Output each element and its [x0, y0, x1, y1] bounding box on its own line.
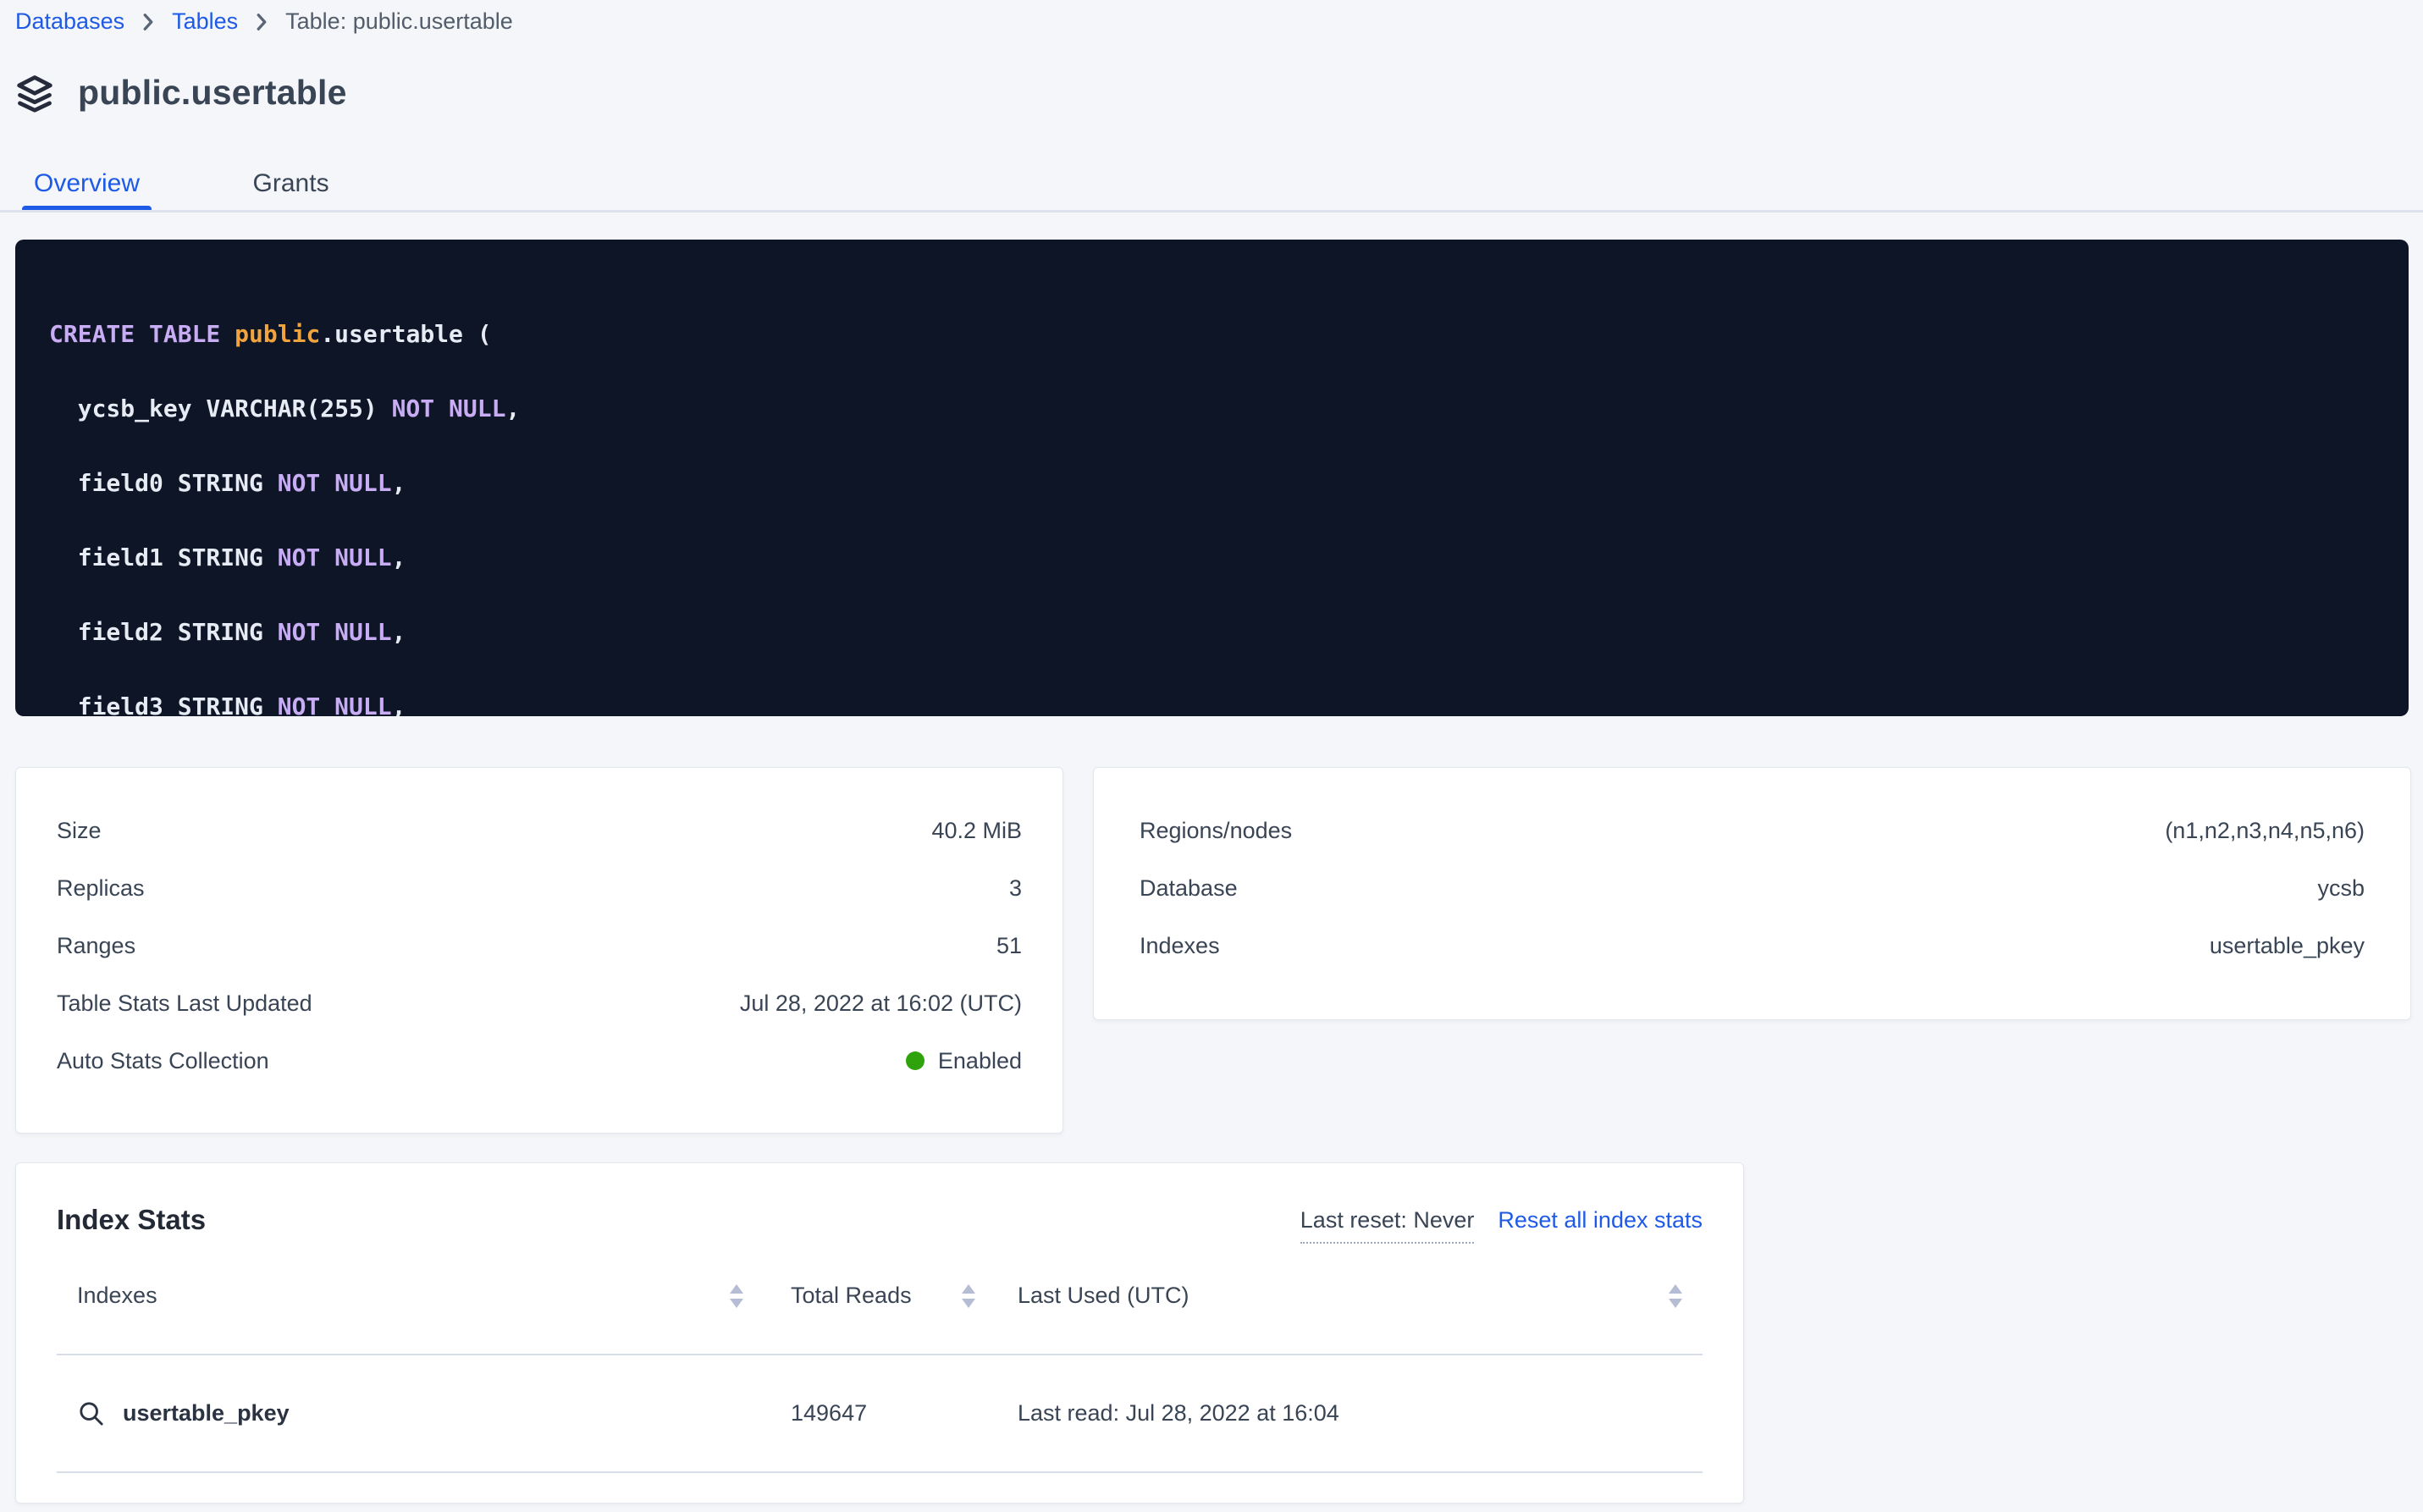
- page-title: public.usertable: [78, 73, 347, 113]
- status-dot-icon: [906, 1051, 924, 1070]
- table-details-card: Size 40.2 MiB Replicas 3 Ranges 51 Table…: [15, 767, 1063, 1134]
- detail-row-replicas: Replicas 3: [57, 859, 1022, 917]
- create-table-sql-box: CREATE TABLE public.usertable ( ycsb_key…: [15, 240, 2409, 716]
- column-header-label: Total Reads: [791, 1283, 912, 1309]
- detail-value: 51: [996, 933, 1022, 959]
- column-header-last-used[interactable]: Last Used (UTC): [1018, 1283, 1682, 1309]
- sql-line: field2 STRING NOT NULL,: [49, 614, 2375, 651]
- index-stats-card: Index Stats Last reset: Never Reset all …: [15, 1162, 1744, 1504]
- index-stats-header: Index Stats Last reset: Never Reset all …: [57, 1163, 1703, 1238]
- layers-icon: [14, 71, 56, 113]
- column-header-label: Indexes: [77, 1283, 157, 1309]
- detail-value: 3: [1009, 875, 1022, 902]
- detail-label: Auto Stats Collection: [57, 1048, 269, 1074]
- sort-icon: [730, 1284, 743, 1308]
- tab-grants[interactable]: Grants: [241, 155, 341, 212]
- detail-row-database: Database ycsb: [1140, 859, 2365, 917]
- detail-row-auto-stats: Auto Stats Collection Enabled: [57, 1032, 1022, 1090]
- detail-label: Replicas: [57, 875, 145, 902]
- sql-line: field3 STRING NOT NULL,: [49, 688, 2375, 716]
- detail-label: Size: [57, 818, 102, 844]
- sql-line: CREATE TABLE public.usertable (: [49, 316, 2375, 353]
- last-used-value: Last read: Jul 28, 2022 at 16:04: [1018, 1400, 1682, 1426]
- table-row: usertable_pkey 149647 Last read: Jul 28,…: [57, 1355, 1703, 1473]
- detail-value: Jul 28, 2022 at 16:02 (UTC): [740, 991, 1022, 1017]
- sql-line: ycsb_key VARCHAR(255) NOT NULL,: [49, 390, 2375, 428]
- total-reads-value: 149647: [791, 1400, 1018, 1426]
- breadcrumb-link-tables[interactable]: Tables: [172, 8, 238, 35]
- index-stats-title: Index Stats: [57, 1204, 206, 1235]
- reset-index-stats-link[interactable]: Reset all index stats: [1498, 1207, 1703, 1233]
- search-icon: [77, 1399, 106, 1428]
- index-link-usertable-pkey[interactable]: usertable_pkey: [77, 1399, 791, 1428]
- page-header: public.usertable: [14, 71, 347, 113]
- detail-value: (n1,n2,n3,n4,n5,n6): [2165, 818, 2365, 844]
- status-badge: Enabled: [906, 1048, 1022, 1074]
- detail-label: Regions/nodes: [1140, 818, 1292, 844]
- detail-label: Ranges: [57, 933, 135, 959]
- index-stats-actions: Last reset: Never Reset all index stats: [1300, 1207, 1703, 1244]
- detail-value: usertable_pkey: [2210, 933, 2365, 959]
- detail-label: Indexes: [1140, 933, 1220, 959]
- sort-icon: [962, 1284, 975, 1308]
- column-header-total-reads[interactable]: Total Reads: [791, 1283, 1018, 1309]
- detail-row-regions: Regions/nodes (n1,n2,n3,n4,n5,n6): [1140, 802, 2365, 859]
- breadcrumb-link-databases[interactable]: Databases: [15, 8, 124, 35]
- chevron-right-icon: [255, 12, 268, 32]
- sort-icon: [1669, 1284, 1682, 1308]
- detail-value: ycsb: [2317, 875, 2365, 902]
- tab-bar-divider: [0, 210, 2423, 212]
- detail-value: 40.2 MiB: [931, 818, 1022, 844]
- column-header-label: Last Used (UTC): [1018, 1283, 1189, 1309]
- table-metadata-card: Regions/nodes (n1,n2,n3,n4,n5,n6) Databa…: [1093, 767, 2411, 1020]
- detail-row-stats-updated: Table Stats Last Updated Jul 28, 2022 at…: [57, 974, 1022, 1032]
- detail-row-indexes: Indexes usertable_pkey: [1140, 917, 2365, 974]
- sql-line: field1 STRING NOT NULL,: [49, 539, 2375, 577]
- tab-overview[interactable]: Overview: [22, 155, 152, 212]
- detail-label: Database: [1140, 875, 1238, 902]
- index-stats-table-header: Indexes Total Reads Last Used (UTC): [57, 1238, 1703, 1355]
- detail-label: Table Stats Last Updated: [57, 991, 312, 1017]
- last-reset-label: Last reset: Never: [1300, 1207, 1475, 1244]
- chevron-right-icon: [141, 12, 155, 32]
- breadcrumb: Databases Tables Table: public.usertable: [15, 8, 513, 35]
- breadcrumb-current: Table: public.usertable: [285, 8, 513, 35]
- index-name: usertable_pkey: [123, 1400, 290, 1426]
- tab-bar: Overview Grants: [0, 155, 2423, 212]
- detail-row-ranges: Ranges 51: [57, 917, 1022, 974]
- sql-line: field0 STRING NOT NULL,: [49, 465, 2375, 502]
- detail-row-size: Size 40.2 MiB: [57, 802, 1022, 859]
- column-header-indexes[interactable]: Indexes: [77, 1283, 791, 1309]
